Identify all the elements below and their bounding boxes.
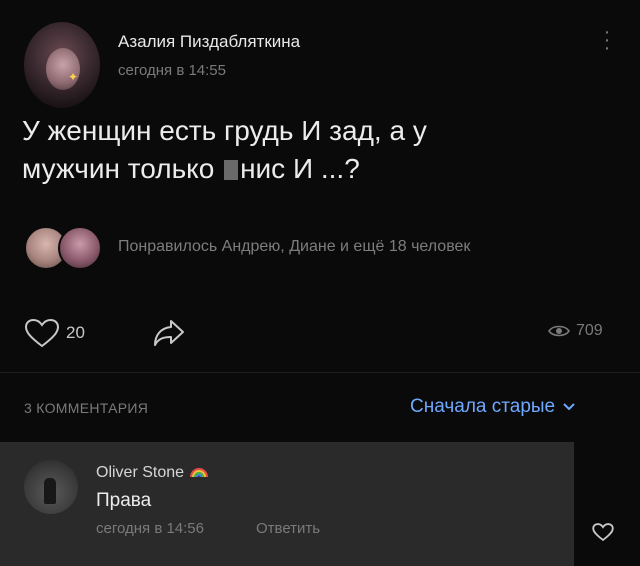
avatar-photo [44,478,56,504]
views-counter: 709 [548,322,603,340]
post-author-name[interactable]: Азалия Пиздабляткина [118,32,300,52]
post-text: У женщин есть грудь И зад, а у мужчин то… [22,112,582,188]
author-avatar[interactable]: ✦ [24,22,100,108]
like-count: 20 [66,323,85,342]
comment-like-button[interactable] [592,522,614,547]
sort-dropdown[interactable]: Сначала старые [410,396,575,418]
liker-avatar [58,226,102,270]
likers-avatars[interactable] [24,224,108,270]
views-count: 709 [576,322,603,339]
post-text-line-2: мужчин только нис И ...? [22,150,582,188]
like-button[interactable]: 20 [24,318,85,348]
comment-author-avatar[interactable] [24,460,78,514]
comment-author-name: Oliver Stone [96,464,185,481]
rainbow-icon [189,468,208,478]
comment-text: Права [96,490,152,511]
comment-author[interactable]: Oliver Stone [96,464,209,482]
post-timestamp: сегодня в 14:55 [118,62,226,79]
post-text-segment: мужчин только [22,153,223,184]
liked-by-text[interactable]: Понравилось Андрею, Диане и ещё 18 челов… [118,238,470,256]
divider [0,372,640,373]
reply-button[interactable]: Ответить [256,520,320,537]
share-arrow-icon [154,320,184,346]
heart-icon [592,523,614,542]
heart-icon [24,318,60,348]
chevron-down-icon [563,403,575,411]
comments-count-label: 3 КОММЕНТАРИЯ [24,400,149,416]
more-options-icon[interactable]: · · · [602,22,612,58]
post-text-line-1: У женщин есть грудь И зад, а у [22,115,427,146]
post-text-segment: нис И ...? [240,153,360,184]
comment-timestamp: сегодня в 14:56 [96,520,204,537]
comment-card [0,442,574,566]
share-button[interactable] [152,318,186,353]
censor-block [224,160,239,180]
sparkle-icon: ✦ [68,70,79,84]
eye-icon [548,325,570,337]
sort-label: Сначала старые [410,396,556,417]
